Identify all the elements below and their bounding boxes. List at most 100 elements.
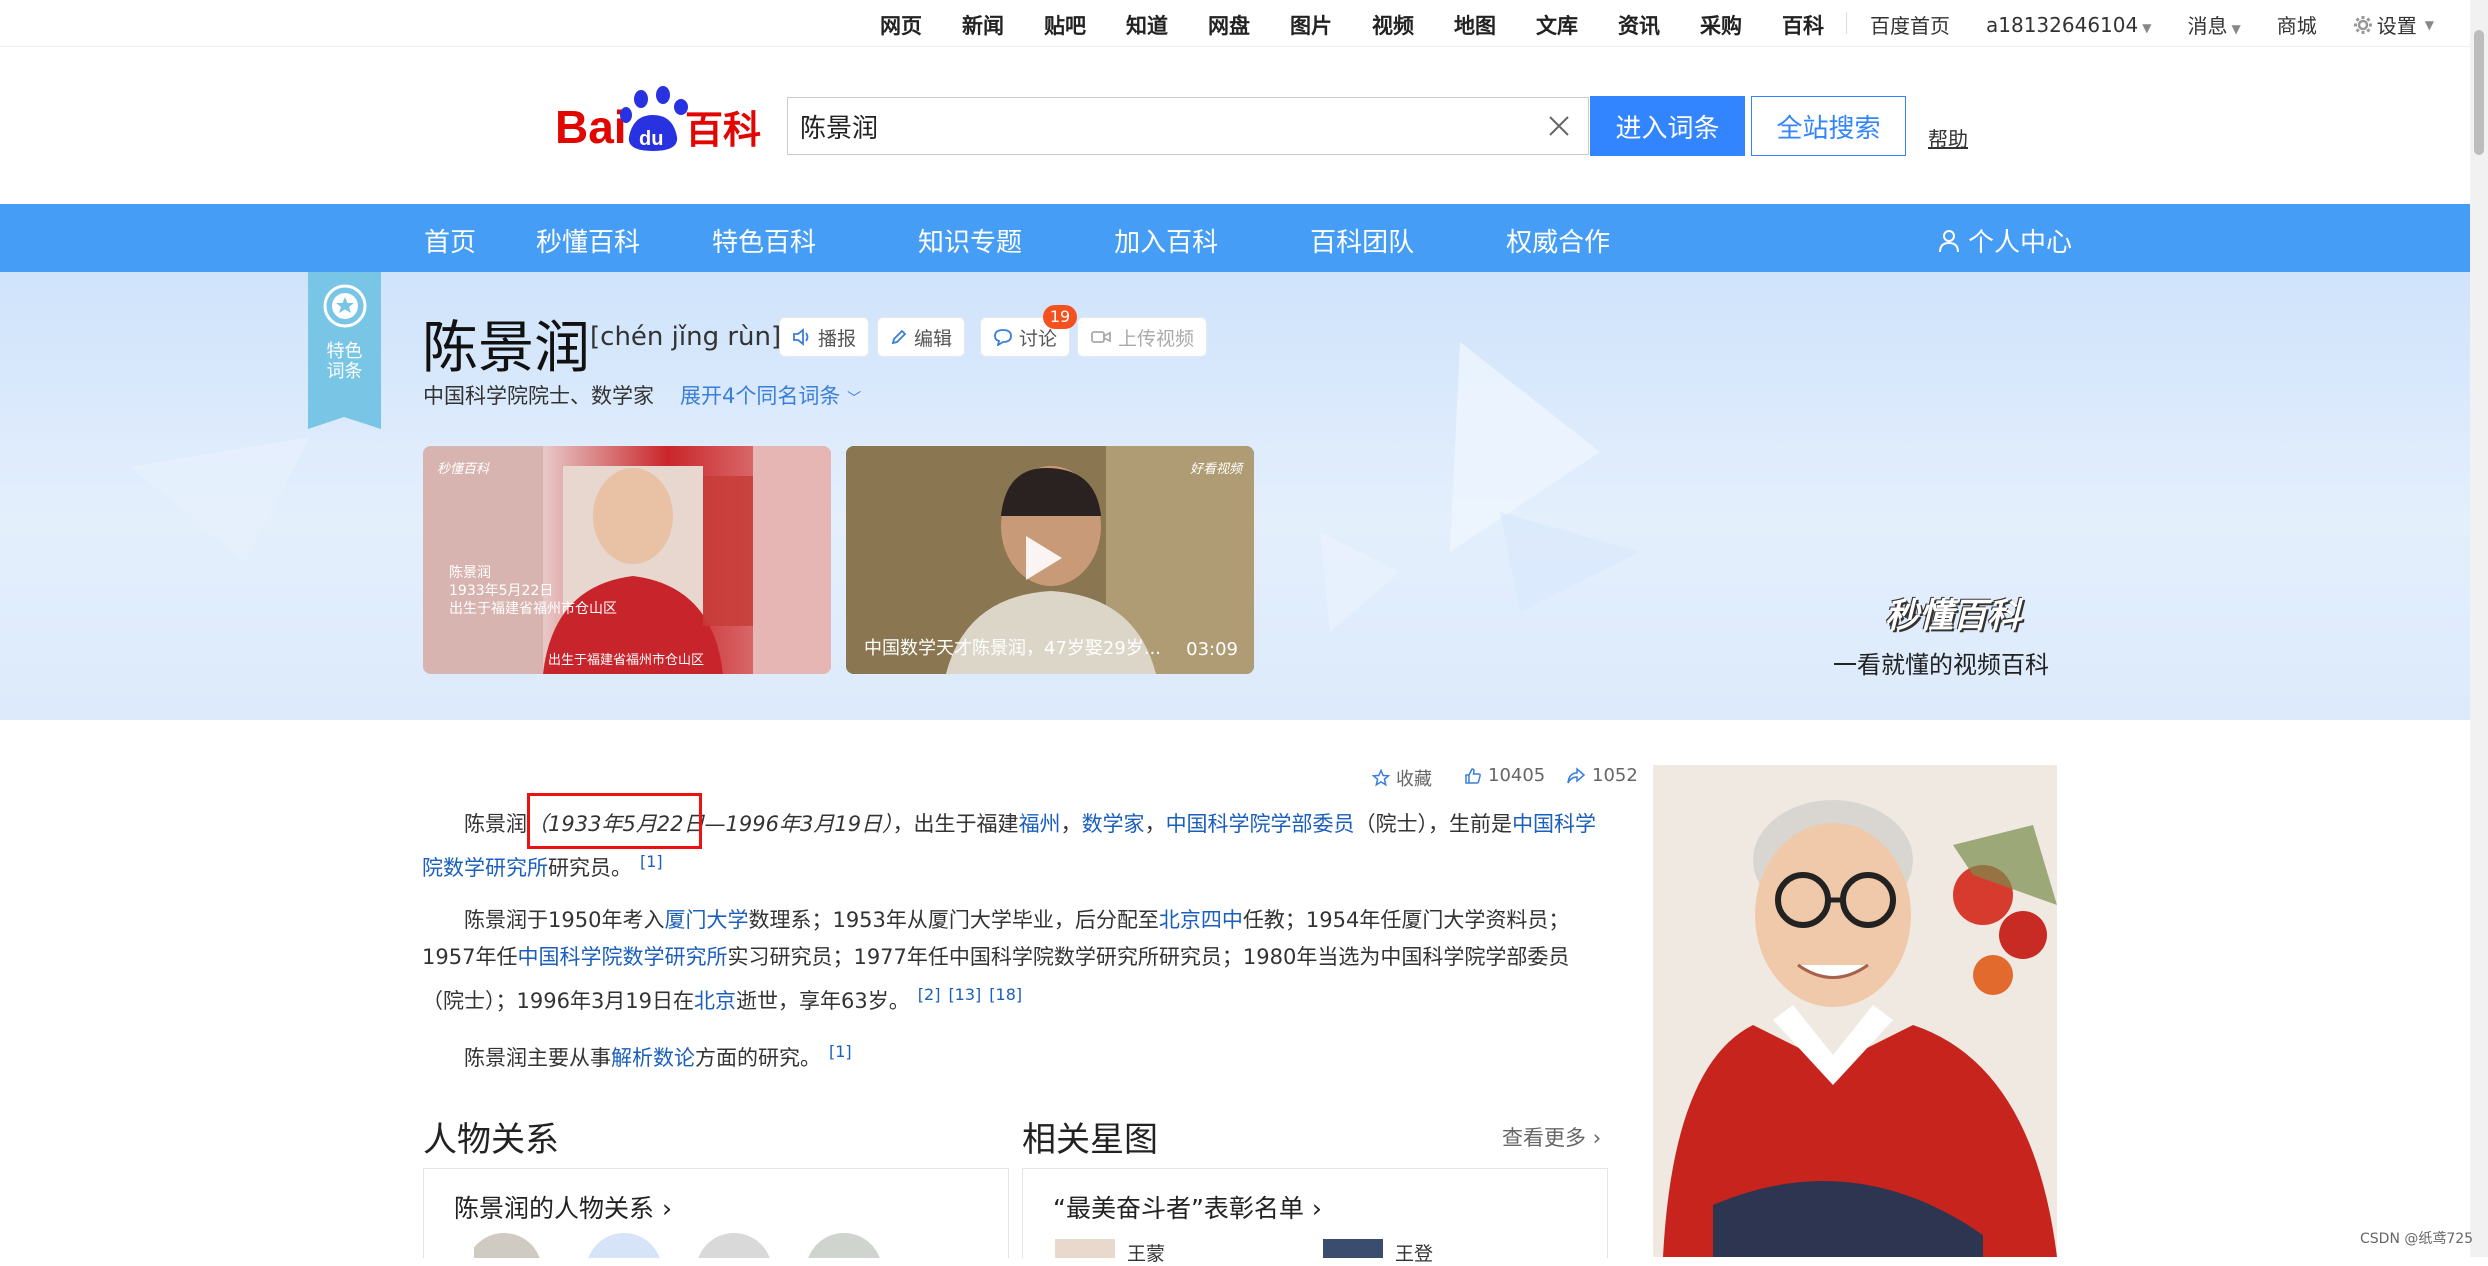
video-thumbnail[interactable]: 好看视频 中国数学天才陈景润，47岁娶29岁... 03:09 [846,446,1254,674]
nav-join[interactable]: 加入百科 [1114,222,1218,259]
top-nav-wenku[interactable]: 文库 [1536,10,1578,40]
thumbs-up-icon [1465,767,1481,784]
research-paragraph: 陈景润主要从事解析数论方面的研究。 [1] [422,1033,1602,1077]
scrollbar-thumb[interactable] [2474,30,2484,155]
logo-text-du: du [639,128,663,150]
top-bar: 网页 新闻 贴吧 知道 网盘 图片 视频 地图 文库 资讯 采购 百科 百度首页… [0,0,2470,47]
chevron-down-icon: ﹀ [847,391,862,407]
upload-label: 上传视频 [1118,327,1195,350]
reference-link[interactable]: [18] [989,985,1022,1004]
reference-link[interactable]: [1] [829,1042,852,1061]
user-center-link[interactable]: 个人中心 [1938,222,2072,259]
nav-miaodong[interactable]: 秒懂百科 [536,222,640,259]
top-nav-map[interactable]: 地图 [1454,10,1496,40]
text: 数理系；1953年从厦门大学毕业，后分配至 [748,908,1159,932]
nav-team[interactable]: 百科团队 [1310,222,1414,259]
csdn-watermark: CSDN @纸鸢725 [2360,1231,2474,1247]
link-beijing-no4[interactable]: 北京四中 [1159,908,1243,932]
top-nav-news[interactable]: 新闻 [962,10,1004,40]
nav-topics[interactable]: 知识专题 [918,222,1022,259]
reference-link[interactable]: [1] [640,852,663,871]
expand-label: 展开4个同名词条 [680,384,841,408]
play-icon[interactable] [1026,536,1062,580]
expand-homonyms-link[interactable]: 展开4个同名词条 ﹀ [680,380,861,410]
ribbon-line1: 特色 [326,341,363,362]
reference-link[interactable]: [13] [948,985,981,1004]
video-logo: 秒懂百科 [437,462,490,477]
baidu-baike-logo[interactable]: Bai du 百科 [555,85,765,155]
share-button[interactable]: 1052 [1566,765,1638,786]
collect-label: 收藏 [1396,769,1432,790]
link-mathematician[interactable]: 数学家 [1082,812,1145,836]
caret-down-icon: ▼ [2231,22,2241,36]
search-input[interactable] [788,98,1502,154]
nav-home[interactable]: 首页 [424,222,476,259]
nav-cooperation[interactable]: 权威合作 [1506,222,1610,259]
top-nav-pan[interactable]: 网盘 [1208,10,1250,40]
top-nav-info[interactable]: 资讯 [1618,10,1660,40]
site-search-button[interactable]: 全站搜索 [1751,96,1906,156]
link-analytic-number-theory[interactable]: 解析数论 [611,1046,695,1070]
link-xiamen-university[interactable]: 厦门大学 [664,908,748,932]
top-nav-zhidao[interactable]: 知道 [1126,10,1168,40]
user-menu[interactable]: a18132646104 ▼ [1986,13,2151,37]
page-scrollbar[interactable] [2470,0,2488,1257]
video-still [423,446,831,674]
share-count: 1052 [1592,765,1638,786]
enter-entry-button[interactable]: 进入词条 [1590,96,1745,156]
nav-featured[interactable]: 特色百科 [712,222,816,259]
chevron-right-icon: › [1592,1126,1602,1150]
star-map-heading: 相关星图 [1022,1120,1158,1160]
top-nav-video[interactable]: 视频 [1372,10,1414,40]
star-person-name[interactable]: 王蒙 [1127,1239,1165,1266]
death-date: —1996年3月19日） [704,812,893,836]
top-nav-baike[interactable]: 百科 [1782,10,1824,40]
video-thumbnail[interactable]: 秒懂百科 陈景润 1933年5月22日 出生于福建省福州市仓山区 出生于福建省福… [423,446,831,674]
link-fuzhou[interactable]: 福州 [1019,812,1061,836]
entry-title: 陈景润 [422,316,590,381]
collect-button[interactable]: 收藏 [1372,765,1432,791]
user-center-label: 个人中心 [1968,228,2073,258]
ribbon-label: 特色 词条 [308,342,381,382]
top-nav-purchase[interactable]: 采购 [1700,10,1742,40]
top-nav-web[interactable]: 网页 [880,10,922,40]
baidu-home-link[interactable]: 百度首页 [1870,10,1950,39]
username: a18132646104 [1986,12,2139,37]
help-link[interactable]: 帮助 [1928,123,1968,152]
top-nav: 网页 新闻 贴吧 知道 网盘 图片 视频 地图 文库 资讯 采购 百科 [880,10,1824,40]
messages-menu[interactable]: 消息 ▼ [2187,10,2240,39]
top-nav-tieba[interactable]: 贴吧 [1044,10,1086,40]
gear-icon [2353,15,2372,34]
star-map-card: “最美奋斗者”表彰名单 › 王蒙 王登 [1022,1168,1608,1265]
clear-icon[interactable] [1546,113,1572,139]
speaker-icon [793,328,809,346]
search-box [787,97,1589,155]
view-more-link[interactable]: 查看更多 › [1502,1122,1601,1152]
text: 方面的研究。 [695,1046,821,1070]
ribbon-line2: 词条 [326,361,363,382]
discuss-count-badge: 19 [1043,305,1077,329]
mall-link[interactable]: 商城 [2277,10,2317,39]
link-beijing[interactable]: 北京 [694,989,736,1013]
edit-button[interactable]: 编辑 [877,317,966,357]
upload-video-button[interactable]: 上传视频 [1077,317,1208,357]
link-cas-member[interactable]: 中国科学院学部委员 [1166,812,1355,836]
star-person-name[interactable]: 王登 [1395,1239,1433,1266]
star-icon [1372,769,1390,787]
pencil-icon [891,329,907,345]
share-icon [1567,766,1586,783]
person-thumbnail [1323,1239,1383,1258]
entry-portrait-image[interactable] [1653,765,2057,1257]
like-button[interactable]: 10405 [1464,765,1545,786]
settings-menu[interactable]: 设置 ▼ [2353,10,2434,39]
link-cas-math-institute[interactable]: 中国科学院数学研究所 [517,945,727,969]
relations-card-title[interactable]: 陈景润的人物关系 › [454,1189,672,1225]
main-nav: 首页 秒懂百科 特色百科 知识专题 加入百科 百科团队 权威合作 个人中心 [0,204,2470,272]
video-duration: 03:09 [1186,639,1238,660]
play-audio-button[interactable]: 播报 [779,317,870,357]
miaodong-brand: 秒懂百科 [1885,596,2021,636]
reference-link[interactable]: [2] [918,985,941,1004]
top-nav-image[interactable]: 图片 [1290,10,1332,40]
relations-card: 陈景润的人物关系 › [423,1168,1009,1258]
star-map-card-title[interactable]: “最美奋斗者”表彰名单 › [1053,1189,1322,1225]
